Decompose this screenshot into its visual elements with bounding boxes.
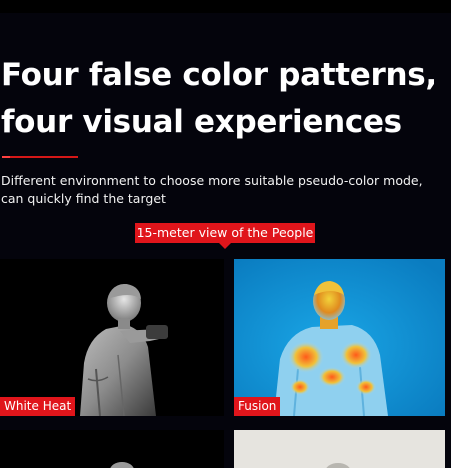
badge-pointer-icon xyxy=(219,243,231,249)
title-underline xyxy=(2,156,78,158)
fusion-label: Fusion xyxy=(234,397,281,416)
white-heat-label: White Heat xyxy=(0,397,76,416)
top-bar xyxy=(0,0,451,13)
section-description: Different environment to choose more sui… xyxy=(1,172,449,208)
next-mode-right-illustration xyxy=(234,430,445,468)
view-distance-badge: 15-meter view of the People xyxy=(135,223,315,243)
next-mode-image-left xyxy=(0,430,224,468)
section-description-line-1: Different environment to choose more sui… xyxy=(1,173,423,188)
section-title-line-2: four visual experiences xyxy=(1,104,402,140)
white-heat-person-illustration xyxy=(0,259,224,416)
white-heat-image: White Heat xyxy=(0,259,224,416)
next-mode-image-right xyxy=(234,430,445,468)
next-mode-left-illustration xyxy=(0,430,224,468)
fusion-image: Fusion xyxy=(234,259,445,416)
fusion-person-illustration xyxy=(234,259,445,416)
section-description-line-2: can quickly find the target xyxy=(1,191,166,206)
section-title-line-1: Four false color patterns, xyxy=(1,57,437,93)
product-page: Four false color patterns, four visual e… xyxy=(0,0,451,468)
section-title: Four false color patterns, four visual e… xyxy=(1,52,446,146)
